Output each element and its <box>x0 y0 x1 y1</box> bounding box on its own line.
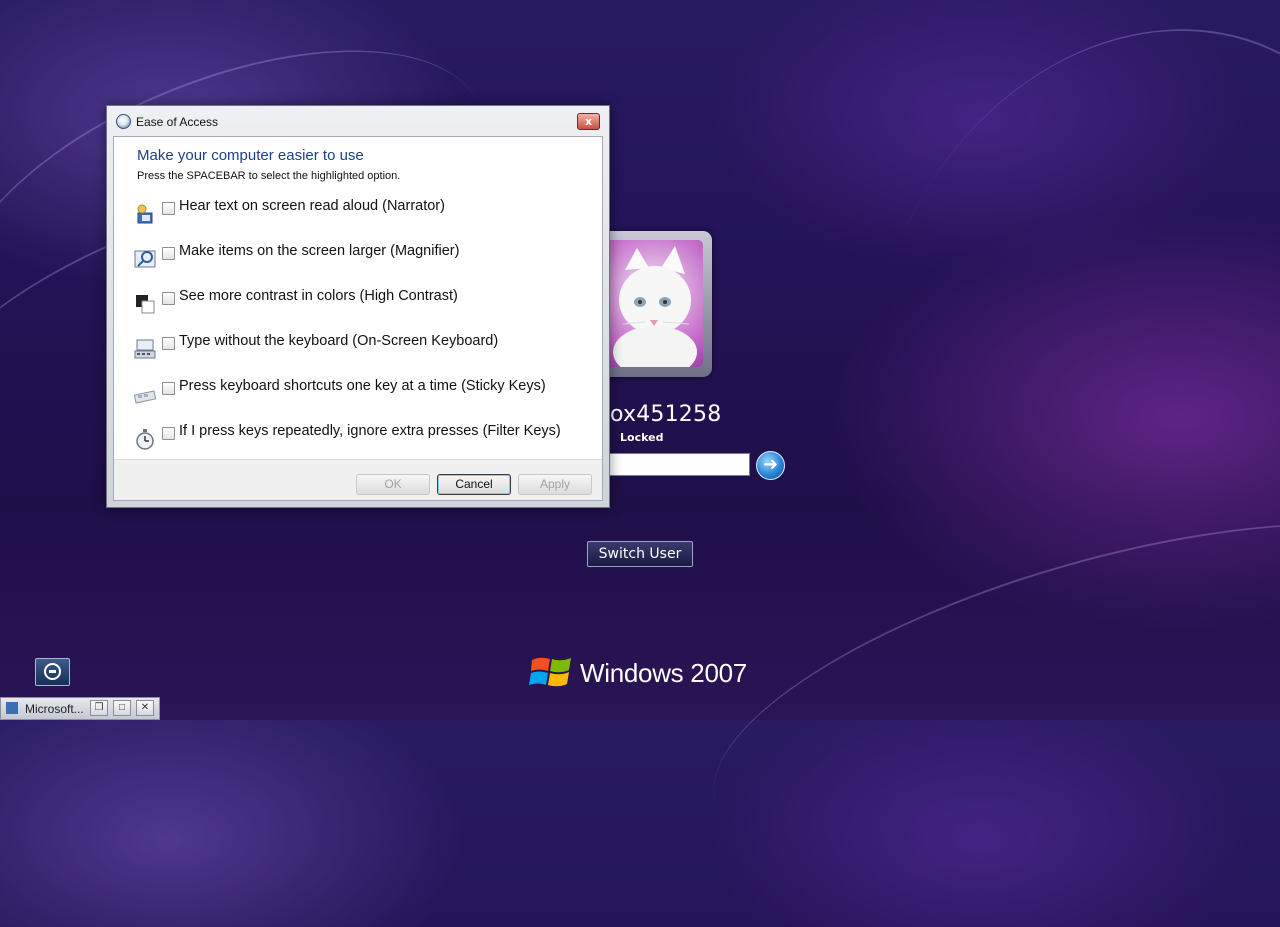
dialog-instructions: Press the SPACEBAR to select the highlig… <box>137 170 401 182</box>
restore-icon: ❐ <box>94 702 104 713</box>
close-icon: ✕ <box>140 702 150 713</box>
user-name: ox451258 <box>610 402 722 427</box>
restore-button[interactable]: ❐ <box>90 700 108 716</box>
user-picture <box>603 240 703 367</box>
brand-text: Windows 2007 <box>580 658 747 688</box>
apply-button[interactable]: Apply <box>518 474 592 495</box>
windows-flag-icon <box>529 657 571 687</box>
submit-button[interactable]: ➜ <box>756 451 785 480</box>
option-sticky-keys[interactable]: Press keyboard shortcuts one key at a ti… <box>132 377 592 413</box>
app-icon <box>6 702 18 714</box>
magnifier-icon <box>134 250 156 268</box>
on-screen-keyboard-icon <box>134 339 156 359</box>
minimized-window[interactable]: Microsoft... ❐ □ ✕ <box>0 697 160 720</box>
user-status: Locked <box>620 431 664 444</box>
option-checkbox[interactable] <box>162 292 175 305</box>
option-label[interactable]: Make items on the screen larger (Magnifi… <box>179 243 459 259</box>
close-icon: x <box>584 115 593 128</box>
maximize-icon: □ <box>118 702 126 713</box>
option-label[interactable]: See more contrast in colors (High Contra… <box>179 288 458 304</box>
windows-brand: Windows 2007 <box>528 650 768 696</box>
ease-of-access-icon <box>44 663 61 680</box>
cancel-button[interactable]: Cancel <box>437 474 511 495</box>
password-input[interactable] <box>600 453 750 476</box>
narrator-icon <box>137 204 153 224</box>
dialog-close-button[interactable]: x <box>577 113 600 130</box>
option-filter-keys[interactable]: If I press keys repeatedly, ignore extra… <box>132 422 592 458</box>
sticky-keys-icon <box>134 390 156 404</box>
filter-keys-icon <box>136 429 154 450</box>
option-magnifier[interactable]: Make items on the screen larger (Magnifi… <box>132 242 592 278</box>
arrow-right-icon: ➜ <box>762 454 779 475</box>
option-narrator[interactable]: Hear text on screen read aloud (Narrator… <box>132 197 592 233</box>
option-label[interactable]: If I press keys repeatedly, ignore extra… <box>179 423 561 439</box>
option-checkbox[interactable] <box>162 382 175 395</box>
dialog-title: Ease of Access <box>136 115 219 129</box>
maximize-button[interactable]: □ <box>113 700 131 716</box>
dialog-heading: Make your computer easier to use <box>137 147 364 164</box>
ease-of-access-icon <box>116 114 131 129</box>
user-tile <box>594 231 712 377</box>
background-streak <box>771 0 1280 740</box>
ease-of-access-dialog: Ease of Access x Make your computer easi… <box>106 105 610 508</box>
ease-of-access-button[interactable] <box>35 658 70 686</box>
option-high-contrast[interactable]: See more contrast in colors (High Contra… <box>132 287 592 323</box>
option-checkbox[interactable] <box>162 337 175 350</box>
option-label[interactable]: Type without the keyboard (On-Screen Key… <box>179 333 498 349</box>
option-label[interactable]: Press keyboard shortcuts one key at a ti… <box>179 378 546 394</box>
dialog-body: Make your computer easier to use Press t… <box>113 136 603 501</box>
high-contrast-icon <box>136 295 155 314</box>
dialog-button-bar: OK Cancel Apply <box>114 459 602 500</box>
minimized-window-title: Microsoft... <box>25 702 84 716</box>
title-bar[interactable]: Ease of Access x <box>107 106 609 136</box>
option-checkbox[interactable] <box>162 247 175 260</box>
ok-button[interactable]: OK <box>356 474 430 495</box>
switch-user-button[interactable]: Switch User <box>587 541 693 567</box>
option-checkbox[interactable] <box>162 202 175 215</box>
option-checkbox[interactable] <box>162 427 175 440</box>
option-label[interactable]: Hear text on screen read aloud (Narrator… <box>179 198 445 214</box>
close-button[interactable]: ✕ <box>136 700 154 716</box>
option-on-screen-keyboard[interactable]: Type without the keyboard (On-Screen Key… <box>132 332 592 368</box>
